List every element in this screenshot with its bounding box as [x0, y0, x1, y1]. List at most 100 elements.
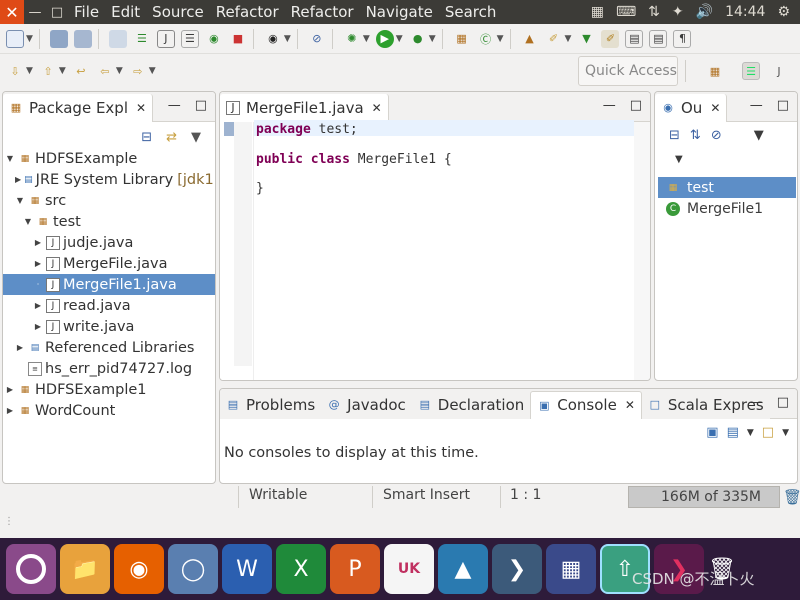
tree-item[interactable]: ▶ J judje.java	[3, 232, 215, 253]
maximize-window-button[interactable]: □	[46, 0, 68, 24]
forward-dropdown-icon[interactable]: ▼	[149, 66, 156, 76]
volume-icon[interactable]: 🔊	[696, 4, 713, 20]
tab-declaration[interactable]: ▤ Declaration	[411, 390, 531, 419]
expand-arrow-icon[interactable]: ·	[33, 280, 43, 289]
code-line[interactable]: }	[256, 181, 264, 196]
previous-annotation-dropdown-icon[interactable]: ▼	[59, 66, 66, 76]
code-line[interactable]: package test;	[256, 122, 358, 137]
tree-item[interactable]: ▶ ▤ Referenced Libraries	[3, 337, 215, 358]
settings-gear-icon[interactable]: ⚙	[777, 4, 790, 20]
heap-status[interactable]: 166M of 335M	[628, 486, 780, 508]
expand-arrow-icon[interactable]: ▶	[33, 322, 43, 331]
close-tab-icon[interactable]: ✕	[372, 101, 382, 115]
tree-item[interactable]: ▶ J MergeFile.java	[3, 253, 215, 274]
outline-filter-dropdown-icon[interactable]: ▼	[675, 154, 683, 165]
open-type-icon[interactable]: ◉	[205, 30, 223, 48]
tree-item[interactable]: ▶ J read.java	[3, 295, 215, 316]
browser-icon[interactable]: ◯	[168, 544, 218, 594]
next-annotation-dropdown-icon[interactable]: ▼	[26, 66, 33, 76]
open-perspective-icon[interactable]: ▦	[706, 62, 724, 80]
open-console-icon[interactable]: □	[762, 425, 774, 440]
display-console-icon[interactable]: ▤	[727, 425, 739, 440]
run-last-tool-icon[interactable]: ●	[409, 30, 427, 48]
tree-item[interactable]: ▼ ▦ test	[3, 211, 215, 232]
last-edit-location-icon[interactable]: ↩	[72, 62, 90, 80]
collapse-arrow-icon[interactable]: ▼	[23, 217, 33, 226]
collapse-all-icon[interactable]: ⊟	[141, 130, 152, 145]
link-with-editor-icon[interactable]: ⇄	[166, 130, 177, 145]
menu-source[interactable]: Source	[146, 3, 210, 21]
tab-console[interactable]: ▣ Console ✕	[530, 390, 642, 419]
minimize-view-icon[interactable]: —	[603, 98, 616, 113]
debug-icon[interactable]: ✺	[343, 30, 361, 48]
minimize-window-button[interactable]: —	[24, 0, 46, 24]
close-tab-icon[interactable]: ✕	[710, 101, 720, 115]
maximize-view-icon[interactable]: □	[777, 395, 789, 410]
expand-arrow-icon[interactable]: ▶	[5, 385, 15, 394]
keyboard-icon[interactable]: ⌨	[616, 4, 636, 20]
menu-navigate[interactable]: Navigate	[360, 3, 439, 21]
run-dropdown-icon[interactable]: ▼	[396, 34, 403, 44]
profile-dropdown-icon[interactable]: ▼	[284, 34, 291, 44]
new-class-dropdown-icon[interactable]: ▼	[497, 34, 504, 44]
new-package-icon[interactable]: ☰	[180, 29, 199, 48]
sort-icon[interactable]: ⇅	[690, 128, 701, 143]
clock[interactable]: 14:44	[725, 4, 765, 20]
menu-refactor[interactable]: Refactor	[210, 3, 285, 21]
vscode-icon[interactable]: ❯	[492, 544, 542, 594]
desktop-icon[interactable]: ▦	[546, 544, 596, 594]
back-dropdown-icon[interactable]: ▼	[116, 66, 123, 76]
save-icon[interactable]	[49, 29, 68, 48]
input-method-icon[interactable]: ▦	[591, 4, 604, 20]
profile-icon[interactable]: ◉	[264, 30, 282, 48]
search-icon[interactable]: ✐	[545, 30, 563, 48]
hide-fields-icon[interactable]: ⊘	[711, 128, 722, 143]
overview-ruler[interactable]	[634, 122, 650, 380]
external-tools-dropdown-icon[interactable]: ▼	[429, 34, 436, 44]
run-icon[interactable]: ▶	[375, 29, 394, 48]
toggle-block-selection-icon[interactable]: ▤	[625, 29, 644, 48]
show-whitespace-icon[interactable]: ▤	[649, 29, 668, 48]
ubuntu-one-icon[interactable]: UK	[384, 544, 434, 594]
outline-item[interactable]: C MergeFile1	[658, 198, 796, 219]
maximize-view-icon[interactable]: □	[630, 98, 642, 113]
code-line[interactable]: public class MergeFile1 {	[256, 152, 452, 167]
display-console-dropdown-icon[interactable]: ▼	[747, 428, 754, 438]
java-ee-perspective-icon[interactable]: ☰	[742, 62, 760, 80]
back-icon[interactable]: ⇦	[96, 62, 114, 80]
search-dropdown-icon[interactable]: ▼	[565, 34, 572, 44]
close-tab-icon[interactable]: ✕	[136, 101, 146, 115]
tree-item[interactable]: ▶ J write.java	[3, 316, 215, 337]
minimize-view-icon[interactable]: —	[168, 98, 181, 113]
tab-problems[interactable]: ▤ Problems	[220, 390, 322, 419]
collapse-arrow-icon[interactable]: ▼	[15, 196, 25, 205]
minimize-view-icon[interactable]: —	[750, 98, 763, 113]
expand-arrow-icon[interactable]: ▶	[33, 238, 43, 247]
tree-item[interactable]: ▼ ▦ HDFSExample	[3, 148, 215, 169]
tab-outline[interactable]: ◉ Ou ✕	[655, 93, 728, 122]
tree-item[interactable]: ≡ hs_err_pid74727.log	[3, 358, 215, 379]
new-java-file-icon[interactable]: J	[156, 29, 175, 48]
collapse-all-icon[interactable]: ⊟	[669, 128, 680, 143]
new-icon[interactable]	[6, 29, 24, 48]
view-menu-icon[interactable]: ▼	[191, 130, 201, 145]
minimize-view-icon[interactable]: —	[750, 395, 763, 410]
close-tab-icon[interactable]: ✕	[625, 398, 635, 412]
open-console-dropdown-icon[interactable]: ▼	[782, 428, 789, 438]
tree-item[interactable]: ▶ ▦ HDFSExample1	[3, 379, 215, 400]
expand-arrow-icon[interactable]: ▶	[15, 343, 25, 352]
forward-icon[interactable]: ⇨	[129, 62, 147, 80]
maximize-view-icon[interactable]: □	[777, 98, 789, 113]
java-perspective-icon[interactable]: J	[770, 62, 788, 80]
new-dropdown-icon[interactable]: ▼	[26, 34, 33, 44]
expand-arrow-icon[interactable]: ▶	[33, 301, 43, 310]
word-icon[interactable]: W	[222, 544, 272, 594]
garbage-collect-icon[interactable]: 🗑	[783, 488, 800, 506]
excel-icon[interactable]: X	[276, 544, 326, 594]
tree-item[interactable]: ▶ ▤ JRE System Library [jdk1.8	[3, 169, 215, 190]
pin-console-icon[interactable]: ▣	[706, 425, 718, 440]
mark-occurrences-icon[interactable]: ✐	[601, 29, 620, 48]
save-all-icon[interactable]	[73, 29, 92, 48]
expand-arrow-icon[interactable]: ▶	[15, 175, 21, 184]
collapse-arrow-icon[interactable]: ▼	[5, 154, 15, 163]
